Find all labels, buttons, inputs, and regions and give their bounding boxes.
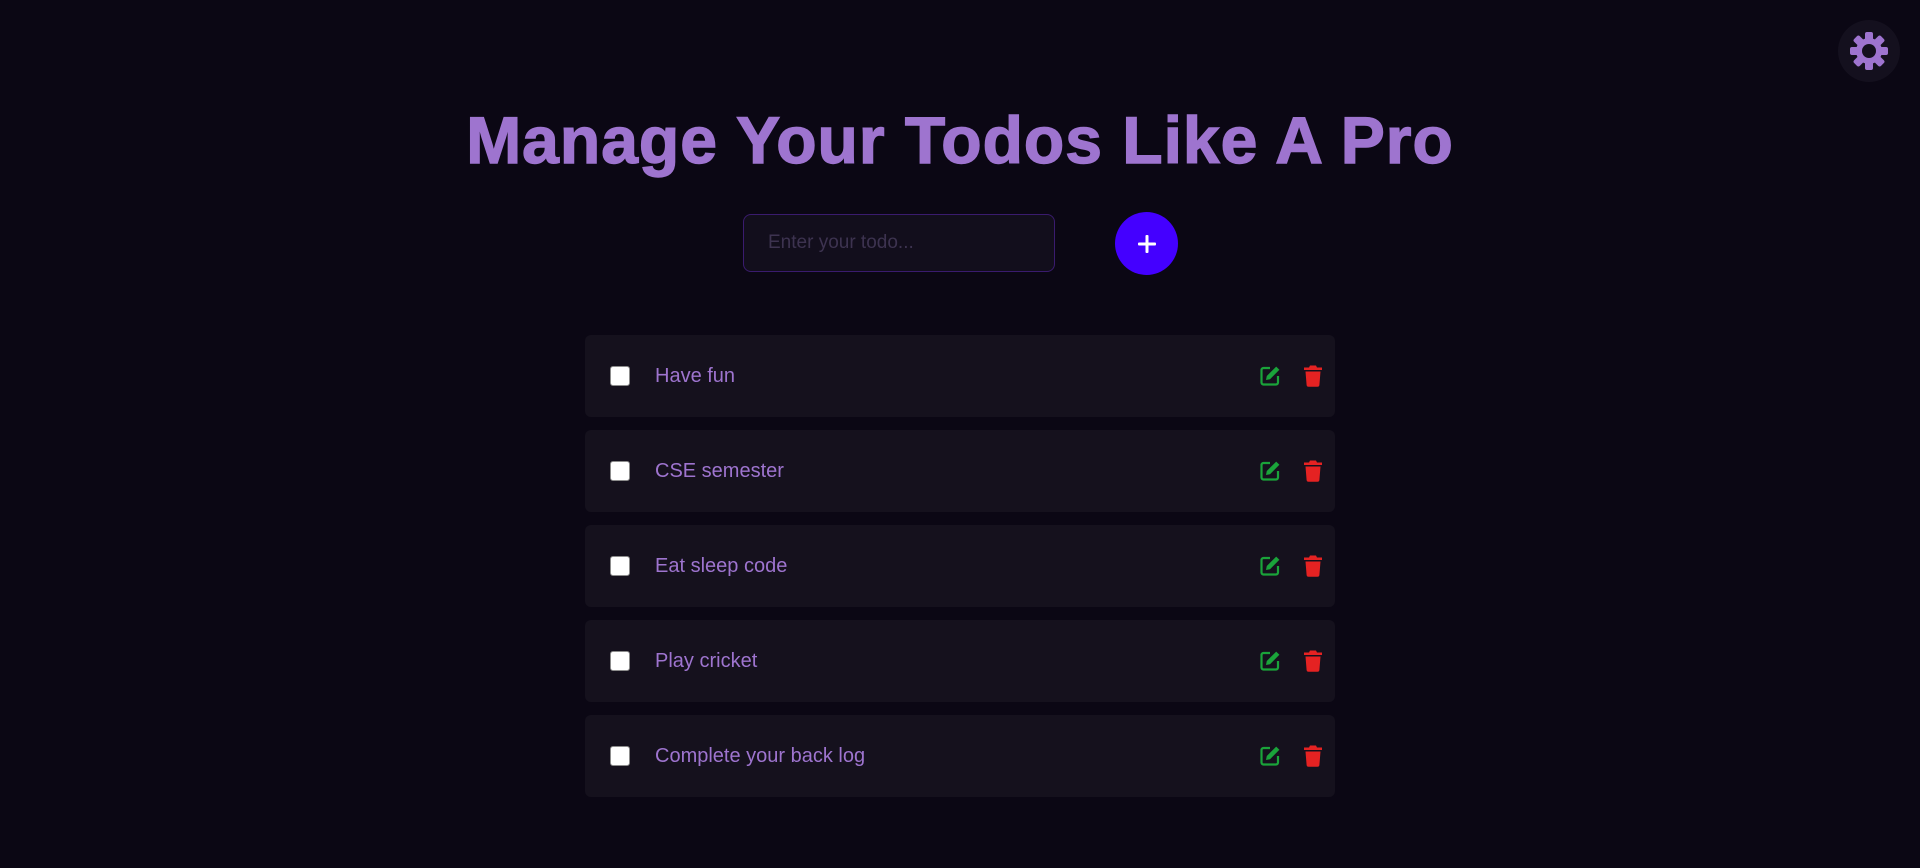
page-title: Manage Your Todos Like A Pro <box>466 102 1454 177</box>
todo-item: Have fun <box>585 335 1335 417</box>
todo-input[interactable] <box>743 214 1055 272</box>
edit-icon[interactable] <box>1259 460 1281 482</box>
todo-text: CSE semester <box>655 460 784 482</box>
todo-item: Play cricket <box>585 620 1335 702</box>
todo-checkbox[interactable] <box>610 746 630 766</box>
todo-item: Eat sleep code <box>585 525 1335 607</box>
todo-text: Play cricket <box>655 650 758 672</box>
add-todo-button[interactable] <box>1115 212 1178 275</box>
theme-toggle-button[interactable] <box>1838 20 1900 82</box>
todo-checkbox[interactable] <box>610 461 630 481</box>
todo-list: Have fun CSE semester Eat sleep code Pla… <box>585 335 1335 810</box>
edit-icon[interactable] <box>1259 650 1281 672</box>
todo-item: Complete your back log <box>585 715 1335 797</box>
edit-icon[interactable] <box>1259 745 1281 767</box>
todo-text: Eat sleep code <box>655 555 788 577</box>
todo-app: Manage Your Todos Like A Pro Have fun <box>0 0 1920 868</box>
todo-checkbox[interactable] <box>610 366 630 386</box>
todo-text: Have fun <box>655 365 736 387</box>
todo-checkbox[interactable] <box>610 556 630 576</box>
trash-icon[interactable] <box>1303 555 1323 577</box>
edit-icon[interactable] <box>1259 555 1281 577</box>
todo-text: Complete your back log <box>655 745 866 767</box>
trash-icon[interactable] <box>1303 365 1323 387</box>
trash-icon[interactable] <box>1303 460 1323 482</box>
trash-icon[interactable] <box>1303 650 1323 672</box>
plus-icon <box>1136 233 1158 255</box>
gear-icon <box>1848 30 1890 72</box>
trash-icon[interactable] <box>1303 745 1323 767</box>
todo-item: CSE semester <box>585 430 1335 512</box>
todo-checkbox[interactable] <box>610 651 630 671</box>
edit-icon[interactable] <box>1259 365 1281 387</box>
